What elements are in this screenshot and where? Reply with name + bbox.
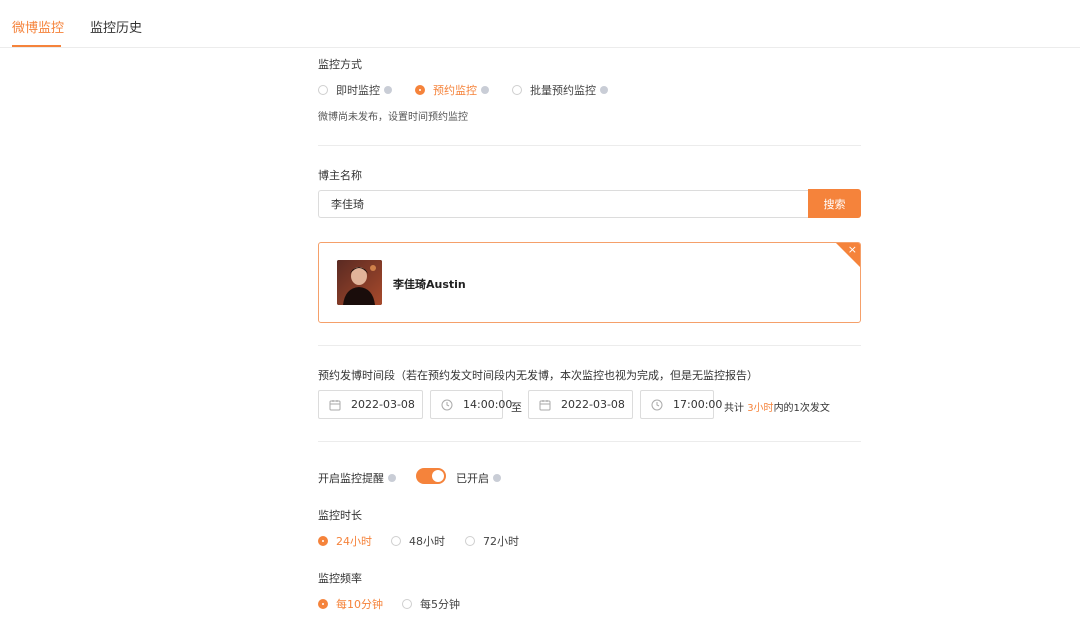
- schedule-summary: 共计 3小时内的1次发文: [724, 399, 830, 414]
- radio-duration-48h[interactable]: 48小时: [391, 533, 445, 549]
- radio-circle: [402, 599, 412, 609]
- radio-label: 每5分钟: [420, 598, 460, 611]
- end-time-value: 17:00:00: [673, 398, 723, 411]
- radio-label: 预约监控: [433, 84, 477, 97]
- start-time-picker[interactable]: 14:00:00: [430, 390, 512, 419]
- range-separator: 至: [511, 401, 522, 414]
- radio-scheduled-monitor[interactable]: 预约监控: [415, 82, 489, 98]
- info-icon[interactable]: [388, 474, 396, 482]
- summary-suffix: 内的1次发文: [773, 403, 830, 414]
- radio-duration-24h[interactable]: 24小时: [318, 533, 372, 549]
- section-divider: [318, 345, 861, 346]
- section-divider: [318, 441, 861, 442]
- blogger-result-name: 李佳琦Austin: [393, 278, 466, 291]
- radio-duration-72h[interactable]: 72小时: [465, 533, 519, 549]
- info-icon[interactable]: [493, 474, 501, 482]
- toggle-knob: [432, 470, 444, 482]
- calendar-icon: [539, 399, 551, 410]
- radio-circle: [391, 536, 401, 546]
- radio-circle: [318, 536, 328, 546]
- radio-label: 48小时: [409, 535, 445, 548]
- radio-instant-monitor[interactable]: 即时监控: [318, 82, 392, 98]
- reminder-toggle[interactable]: [416, 468, 446, 484]
- radio-frequency-5min[interactable]: 每5分钟: [402, 596, 460, 612]
- search-button[interactable]: 搜索: [808, 189, 861, 218]
- calendar-icon: [329, 399, 341, 410]
- schedule-title: 预约发博时间段（若在预约发文时间段内无发博，本次监控也视为完成，但是无监控报告）: [318, 369, 758, 382]
- info-icon[interactable]: [384, 86, 392, 94]
- avatar: [337, 260, 382, 305]
- end-time-picker[interactable]: 17:00:00: [640, 390, 722, 419]
- reminder-status-text: 已开启: [456, 472, 489, 485]
- active-tab-indicator: [12, 45, 61, 47]
- radio-circle: [465, 536, 475, 546]
- radio-circle: [415, 85, 425, 95]
- tab-weibo-monitor[interactable]: 微博监控: [12, 17, 64, 36]
- blogger-name-title: 博主名称: [318, 169, 362, 182]
- radio-label: 每10分钟: [336, 598, 383, 611]
- summary-prefix: 共计: [724, 403, 744, 414]
- radio-batch-scheduled-monitor[interactable]: 批量预约监控: [512, 82, 608, 98]
- end-date-value: 2022-03-08: [561, 398, 625, 411]
- radio-frequency-10min[interactable]: 每10分钟: [318, 596, 383, 612]
- reminder-row: 开启监控提醒: [318, 470, 396, 486]
- clock-icon: [441, 399, 453, 410]
- clock-icon: [651, 399, 663, 410]
- start-time-value: 14:00:00: [463, 398, 513, 411]
- start-date-value: 2022-03-08: [351, 398, 415, 411]
- monitor-mode-title: 监控方式: [318, 58, 362, 71]
- end-date-picker[interactable]: 2022-03-08: [528, 390, 633, 419]
- info-icon[interactable]: [600, 86, 608, 94]
- blogger-search-input[interactable]: [318, 190, 809, 218]
- close-icon[interactable]: ×: [848, 243, 857, 256]
- radio-circle: [512, 85, 522, 95]
- start-date-picker[interactable]: 2022-03-08: [318, 390, 423, 419]
- blogger-result-card[interactable]: × 李佳琦Austin: [318, 242, 861, 323]
- section-divider: [318, 145, 861, 146]
- monitor-mode-hint: 微博尚未发布，设置时间预约监控: [318, 112, 468, 123]
- radio-label: 72小时: [483, 535, 519, 548]
- radio-label: 批量预约监控: [530, 84, 596, 97]
- radio-circle: [318, 599, 328, 609]
- radio-circle: [318, 85, 328, 95]
- frequency-title: 监控频率: [318, 572, 362, 585]
- reminder-status: 已开启: [456, 470, 501, 486]
- radio-label: 即时监控: [336, 84, 380, 97]
- tab-bar: 微博监控 监控历史: [0, 0, 1080, 48]
- summary-duration: 3小时: [747, 403, 774, 414]
- reminder-label: 开启监控提醒: [318, 472, 384, 485]
- duration-title: 监控时长: [318, 509, 362, 522]
- info-icon[interactable]: [481, 86, 489, 94]
- tab-monitor-history[interactable]: 监控历史: [90, 17, 142, 36]
- radio-label: 24小时: [336, 535, 372, 548]
